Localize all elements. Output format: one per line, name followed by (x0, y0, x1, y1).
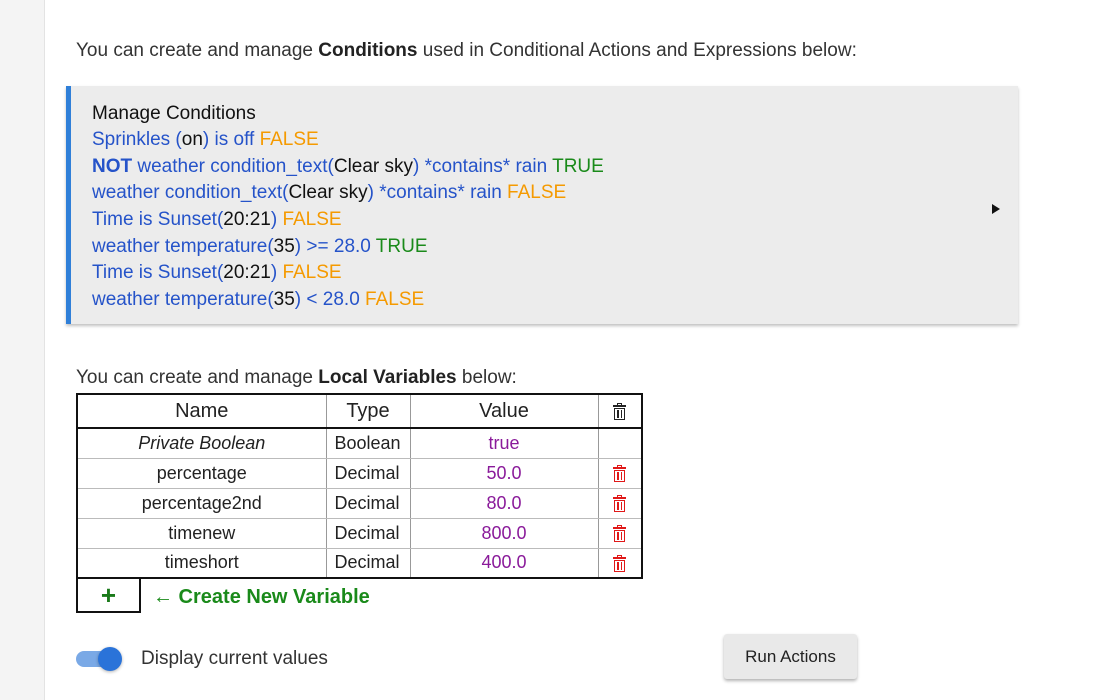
condition-segment: TRUE (552, 155, 604, 177)
variable-name-cell[interactable]: percentage2nd (77, 488, 327, 519)
manage-conditions-title[interactable]: Manage Conditions (92, 100, 1018, 127)
condition-segment: Clear sky (333, 155, 414, 177)
table-row[interactable]: Private Boolean Boolean true (77, 428, 642, 459)
condition-segment: weather temperature( (92, 289, 274, 311)
condition-segment: weather condition_text( (92, 182, 289, 204)
triangle-right-icon[interactable] (992, 204, 1000, 214)
trash-icon[interactable] (613, 525, 627, 543)
table-row[interactable]: percentage Decimal 50.0 (77, 458, 642, 489)
condition-segment: FALSE (282, 209, 342, 231)
condition-segment: ) *contains* rain (413, 155, 553, 177)
condition-line[interactable]: Sprinkles (on) is off FALSE (92, 127, 1018, 154)
manage-conditions-panel[interactable]: Manage Conditions Sprinkles (on) is off … (66, 86, 1018, 324)
condition-segment: ) (270, 209, 283, 231)
condition-line[interactable]: weather temperature(35) >= 28.0 TRUE (92, 234, 1018, 261)
condition-segment: FALSE (282, 262, 342, 284)
condition-segment: TRUE (375, 235, 428, 257)
variables-intro-prefix: You can create and manage (76, 367, 319, 388)
local-variables-table: Name Type Value Private Boolean Boolean tr… (76, 393, 643, 579)
variables-intro-suffix: below: (456, 367, 517, 388)
variable-type-cell: Decimal (326, 548, 411, 579)
add-variable-button[interactable]: + (76, 579, 141, 613)
variables-rows: Private Boolean Boolean true percentage Deci… (77, 428, 642, 579)
table-row[interactable]: percentage2nd Decimal 80.0 (77, 488, 642, 519)
variable-delete-cell[interactable] (598, 458, 642, 489)
trash-icon[interactable] (613, 465, 627, 483)
condition-segment: Sprinkles ( (92, 129, 182, 150)
condition-segment: weather condition_text( (132, 155, 334, 177)
condition-line[interactable]: Time is Sunset(20:21) FALSE (92, 207, 1018, 234)
conditions-intro-prefix: You can create and manage (76, 40, 319, 61)
trash-icon[interactable] (613, 555, 627, 572)
variable-name-cell[interactable]: percentage (77, 458, 327, 489)
table-row[interactable]: timenew Decimal 800.0 (77, 518, 642, 549)
condition-segment: ) < 28.0 (294, 289, 366, 311)
condition-segment: ) is off (202, 129, 260, 150)
run-actions-button[interactable]: Run Actions (724, 634, 857, 679)
variable-type-cell: Decimal (326, 518, 411, 549)
variable-type-cell: Boolean (326, 428, 411, 459)
condition-line[interactable]: Time is Sunset(20:21) FALSE (92, 260, 1018, 287)
table-row[interactable]: timeshort Decimal 400.0 (77, 548, 642, 579)
table-header-row: Name Type Value (77, 394, 642, 429)
variable-delete-cell[interactable] (598, 518, 642, 549)
display-values-toggle[interactable] (76, 647, 122, 671)
variable-value-cell[interactable]: true (410, 428, 599, 459)
variable-type-cell: Decimal (326, 488, 411, 519)
variable-value-cell[interactable]: 80.0 (410, 488, 599, 519)
header-type[interactable]: Type (326, 394, 411, 429)
variable-name-cell[interactable]: Private Boolean (77, 428, 327, 459)
variable-value-cell[interactable]: 50.0 (410, 458, 599, 489)
condition-segment: on (181, 129, 203, 150)
variable-delete-cell (598, 428, 642, 459)
condition-segment: Time is Sunset( (92, 209, 224, 231)
variable-delete-cell[interactable] (598, 548, 642, 579)
create-new-variable-link[interactable]: ← Create New Variable (153, 586, 370, 609)
condition-segment: FALSE (365, 289, 425, 311)
variables-intro: You can create and manage Local Variable… (76, 367, 517, 389)
condition-segment: 35 (273, 289, 295, 311)
conditions-list: Sprinkles (on) is off FALSE NOT weather c… (92, 127, 1018, 314)
conditions-intro-bold: Conditions (318, 40, 418, 61)
condition-segment: weather temperature( (92, 235, 274, 257)
trash-icon[interactable] (613, 495, 627, 513)
condition-line[interactable]: NOT weather condition_text(Clear sky) *c… (92, 154, 1018, 181)
variable-delete-cell[interactable] (598, 488, 642, 519)
conditions-intro: You can create and manage Conditions use… (76, 40, 857, 62)
toggle-knob (98, 647, 122, 671)
condition-segment: NOT (92, 155, 133, 177)
display-values-label: Display current values (141, 648, 328, 669)
condition-segment: FALSE (259, 129, 319, 150)
variables-intro-bold: Local Variables (318, 367, 457, 388)
header-delete (598, 394, 642, 429)
condition-segment: FALSE (507, 182, 567, 204)
condition-segment: ) *contains* rain (367, 182, 508, 204)
variable-value-cell[interactable]: 800.0 (410, 518, 599, 549)
variable-type-cell: Decimal (326, 458, 411, 489)
condition-line[interactable]: weather condition_text(Clear sky) *conta… (92, 180, 1018, 207)
header-name[interactable]: Name (77, 394, 327, 429)
variable-name-cell[interactable]: timeshort (77, 548, 327, 579)
condition-segment: 20:21 (223, 209, 271, 231)
variable-name-cell[interactable]: timenew (77, 518, 327, 549)
conditions-intro-suffix: used in Conditional Actions and Expressi… (417, 40, 857, 61)
header-value[interactable]: Value (410, 394, 599, 429)
condition-line[interactable]: weather temperature(35) < 28.0 FALSE (92, 287, 1018, 314)
condition-segment: Clear sky (288, 182, 368, 204)
condition-segment: ) (270, 262, 283, 284)
condition-segment: 35 (273, 235, 295, 257)
left-gutter (0, 0, 45, 700)
condition-segment: Time is Sunset( (92, 262, 224, 284)
variable-value-cell[interactable]: 400.0 (410, 548, 599, 579)
condition-segment: ) >= 28.0 (294, 235, 376, 257)
trash-icon (613, 402, 627, 420)
condition-segment: 20:21 (223, 262, 271, 284)
